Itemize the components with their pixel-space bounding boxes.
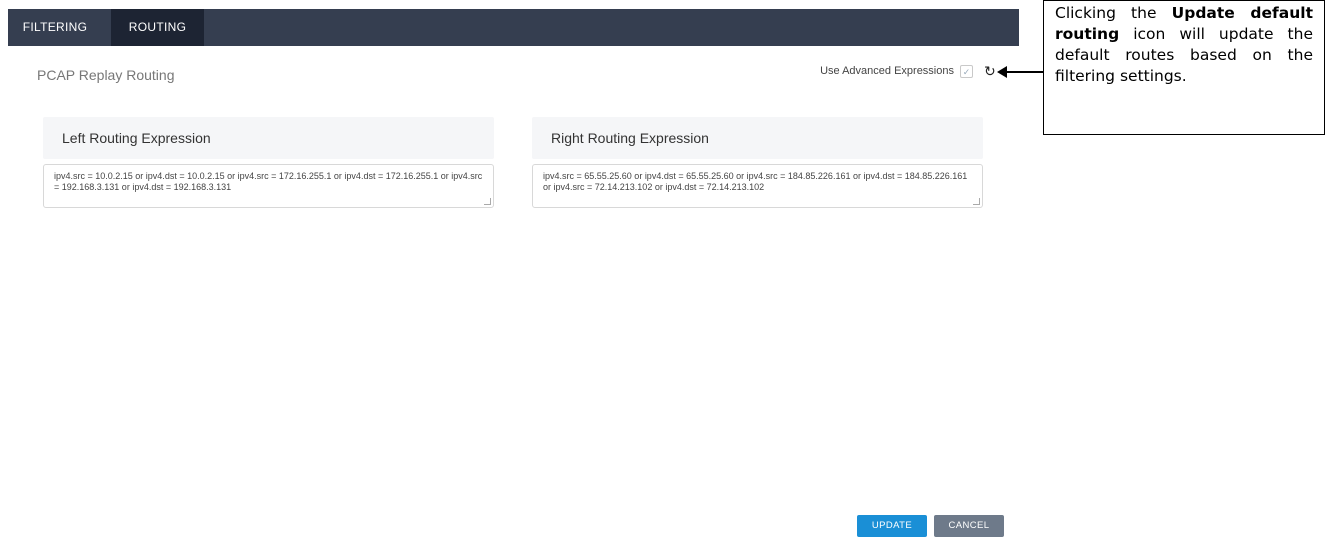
right-routing-expression-text: ipv4.src = 65.55.25.60 or ipv4.dst = 65.… [543,171,968,192]
left-routing-expression-input[interactable]: ipv4.src = 10.0.2.15 or ipv4.dst = 10.0.… [43,164,494,208]
right-routing-expression-input[interactable]: ipv4.src = 65.55.25.60 or ipv4.dst = 65.… [532,164,983,208]
right-routing-title: Right Routing Expression [532,117,983,159]
left-routing-title: Left Routing Expression [43,117,494,159]
tab-filtering[interactable]: FILTERING [8,9,102,46]
page-title: PCAP Replay Routing [37,67,175,83]
tab-routing[interactable]: ROUTING [111,9,204,46]
resize-handle[interactable] [484,198,491,205]
advanced-expressions-toggle: Use Advanced Expressions ✓ [820,63,973,79]
resize-handle[interactable] [973,198,980,205]
update-button[interactable]: UPDATE [857,515,927,537]
tab-bar: FILTERING ROUTING [8,9,1019,46]
left-routing-expression-text: ipv4.src = 10.0.2.15 or ipv4.dst = 10.0.… [54,171,483,192]
callout-note: Clicking the Update default routing icon… [1043,0,1325,135]
callout-arrow-head [997,66,1007,78]
callout-arrow-line [1001,71,1043,73]
advanced-expressions-checkbox[interactable]: ✓ [960,64,973,78]
left-routing-panel: Left Routing Expression ipv4.src = 10.0.… [43,117,494,208]
right-routing-panel: Right Routing Expression ipv4.src = 65.5… [532,117,983,208]
advanced-expressions-label: Use Advanced Expressions [820,65,954,77]
cancel-button[interactable]: CANCEL [934,515,1004,537]
callout-text-start: Clicking the [1055,4,1172,22]
